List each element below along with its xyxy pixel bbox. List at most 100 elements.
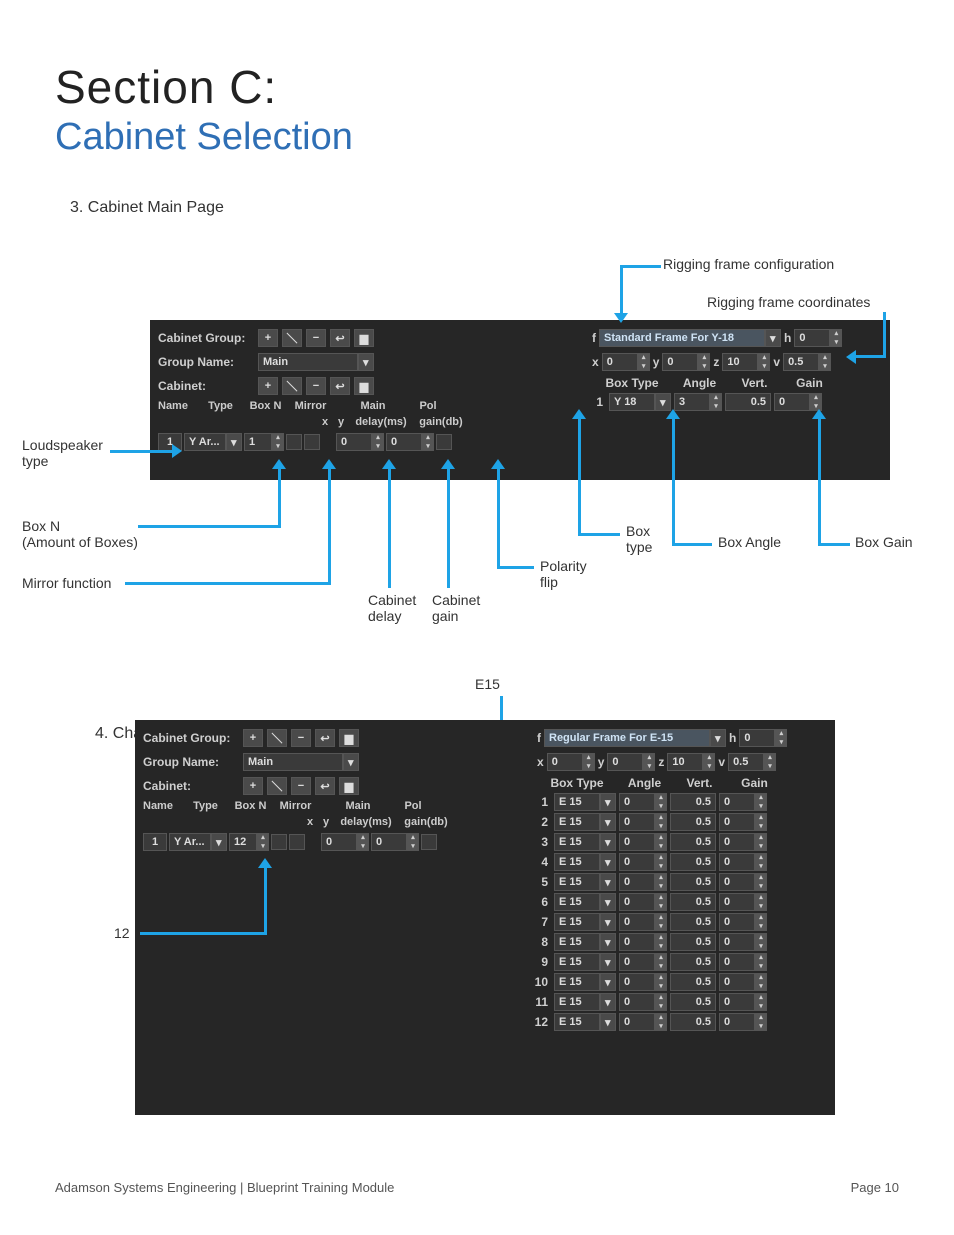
gain-spinner[interactable]: 0▴▾ — [719, 893, 767, 911]
h-spinner[interactable]: 0▴▾ — [794, 329, 842, 347]
folder-icon[interactable]: ▆ — [339, 729, 359, 747]
gain-spinner[interactable]: 0▴▾ — [719, 833, 767, 851]
box-type-dropdown[interactable]: E 15▾ — [554, 793, 616, 811]
gain-spinner[interactable]: 0▴▾ — [719, 953, 767, 971]
x-spinner[interactable]: 0▴▾ — [547, 753, 595, 771]
gain-spinner[interactable]: 0▴▾ — [719, 813, 767, 831]
vert-field[interactable]: 0.5 — [670, 833, 716, 851]
y-spinner[interactable]: 0▴▾ — [607, 753, 655, 771]
minus-icon[interactable]: − — [306, 377, 326, 395]
angle-spinner[interactable]: 0▴▾ — [619, 853, 667, 871]
box-type-dropdown[interactable]: Y 18▾ — [609, 393, 671, 411]
angle-spinner[interactable]: 0▴▾ — [619, 873, 667, 891]
angle-spinner[interactable]: 0▴▾ — [619, 973, 667, 991]
edit-icon[interactable]: ＼ — [267, 777, 287, 795]
angle-spinner[interactable]: 0▴▾ — [619, 1013, 667, 1031]
gain-spinner[interactable]: 0▴▾ — [719, 1013, 767, 1031]
vert-field[interactable]: 0.5 — [670, 953, 716, 971]
box-type-dropdown[interactable]: E 15▾ — [554, 953, 616, 971]
box-type-dropdown[interactable]: E 15▾ — [554, 873, 616, 891]
boxn-spinner[interactable]: 1 ▴▾ — [244, 433, 284, 451]
delay-spinner[interactable]: 0 ▴▾ — [321, 833, 369, 851]
group-name-dropdown[interactable]: Main ▾ — [258, 353, 374, 371]
add-icon[interactable]: + — [258, 329, 278, 347]
mirror-x-checkbox[interactable] — [271, 834, 287, 850]
mirror-y-checkbox[interactable] — [289, 834, 305, 850]
back-icon[interactable]: ↩ — [330, 377, 350, 395]
vert-field[interactable]: 0.5 — [670, 853, 716, 871]
add-icon[interactable]: + — [243, 777, 263, 795]
gain-spinner[interactable]: 0▴▾ — [719, 853, 767, 871]
type-dropdown[interactable]: Y Ar... ▾ — [169, 833, 227, 851]
boxn-spinner[interactable]: 12 ▴▾ — [229, 833, 269, 851]
angle-spinner[interactable]: 3▴▾ — [674, 393, 722, 411]
gain-spinner[interactable]: 0▴▾ — [719, 973, 767, 991]
frame-dropdown[interactable]: Standard Frame For Y-18 ▾ — [599, 329, 781, 347]
box-type-dropdown[interactable]: E 15▾ — [554, 893, 616, 911]
z-spinner[interactable]: 10▴▾ — [667, 753, 715, 771]
vert-field[interactable]: 0.5 — [670, 1013, 716, 1031]
back-icon[interactable]: ↩ — [315, 729, 335, 747]
frame-dropdown[interactable]: Regular Frame For E-15 ▾ — [544, 729, 726, 747]
angle-spinner[interactable]: 0▴▾ — [619, 933, 667, 951]
z-spinner[interactable]: 10▴▾ — [722, 353, 770, 371]
box-type-dropdown[interactable]: E 15▾ — [554, 1013, 616, 1031]
v-spinner[interactable]: 0.5▴▾ — [783, 353, 831, 371]
box-type-dropdown[interactable]: E 15▾ — [554, 913, 616, 931]
group-name-dropdown[interactable]: Main ▾ — [243, 753, 359, 771]
mirror-x-checkbox[interactable] — [286, 434, 302, 450]
angle-spinner[interactable]: 0▴▾ — [619, 813, 667, 831]
y-spinner[interactable]: 0▴▾ — [662, 353, 710, 371]
box-type-dropdown[interactable]: E 15▾ — [554, 993, 616, 1011]
h-spinner[interactable]: 0▴▾ — [739, 729, 787, 747]
vert-field[interactable]: 0.5 — [725, 393, 771, 411]
edit-icon[interactable]: ＼ — [282, 329, 302, 347]
box-type-dropdown[interactable]: E 15▾ — [554, 833, 616, 851]
vert-field[interactable]: 0.5 — [670, 893, 716, 911]
edit-icon[interactable]: ＼ — [267, 729, 287, 747]
box-type-dropdown[interactable]: E 15▾ — [554, 973, 616, 991]
vert-field[interactable]: 0.5 — [670, 813, 716, 831]
gain-spinner[interactable]: 0▴▾ — [719, 933, 767, 951]
add-icon[interactable]: + — [243, 729, 263, 747]
gain-spinner[interactable]: 0▴▾ — [719, 913, 767, 931]
vert-field[interactable]: 0.5 — [670, 933, 716, 951]
gain-spinner[interactable]: 0▴▾ — [719, 993, 767, 1011]
angle-spinner[interactable]: 0▴▾ — [619, 833, 667, 851]
box-type-dropdown[interactable]: E 15▾ — [554, 853, 616, 871]
vert-field[interactable]: 0.5 — [670, 793, 716, 811]
x-spinner[interactable]: 0▴▾ — [602, 353, 650, 371]
vert-field[interactable]: 0.5 — [670, 913, 716, 931]
angle-spinner[interactable]: 0▴▾ — [619, 953, 667, 971]
add-icon[interactable]: + — [258, 377, 278, 395]
polarity-checkbox[interactable] — [436, 434, 452, 450]
minus-icon[interactable]: − — [291, 777, 311, 795]
gain-spinner[interactable]: 0▴▾ — [719, 873, 767, 891]
anno-box-gain: Box Gain — [855, 534, 913, 550]
folder-icon[interactable]: ▆ — [354, 377, 374, 395]
angle-spinner[interactable]: 0▴▾ — [619, 913, 667, 931]
gain-spinner[interactable]: 0▴▾ — [719, 793, 767, 811]
edit-icon[interactable]: ＼ — [282, 377, 302, 395]
gain-spinner[interactable]: 0 ▴▾ — [386, 433, 434, 451]
angle-spinner[interactable]: 0▴▾ — [619, 793, 667, 811]
back-icon[interactable]: ↩ — [315, 777, 335, 795]
angle-spinner[interactable]: 0▴▾ — [619, 993, 667, 1011]
box-type-dropdown[interactable]: E 15▾ — [554, 813, 616, 831]
angle-spinner[interactable]: 0▴▾ — [619, 893, 667, 911]
minus-icon[interactable]: − — [306, 329, 326, 347]
back-icon[interactable]: ↩ — [330, 329, 350, 347]
minus-icon[interactable]: − — [291, 729, 311, 747]
folder-icon[interactable]: ▆ — [354, 329, 374, 347]
polarity-checkbox[interactable] — [421, 834, 437, 850]
box-type-dropdown[interactable]: E 15▾ — [554, 933, 616, 951]
mirror-y-checkbox[interactable] — [304, 434, 320, 450]
folder-icon[interactable]: ▆ — [339, 777, 359, 795]
vert-field[interactable]: 0.5 — [670, 873, 716, 891]
delay-spinner[interactable]: 0 ▴▾ — [336, 433, 384, 451]
gain-spinner[interactable]: 0 ▴▾ — [371, 833, 419, 851]
v-spinner[interactable]: 0.5▴▾ — [728, 753, 776, 771]
type-dropdown[interactable]: Y Ar... ▾ — [184, 433, 242, 451]
vert-field[interactable]: 0.5 — [670, 993, 716, 1011]
vert-field[interactable]: 0.5 — [670, 973, 716, 991]
